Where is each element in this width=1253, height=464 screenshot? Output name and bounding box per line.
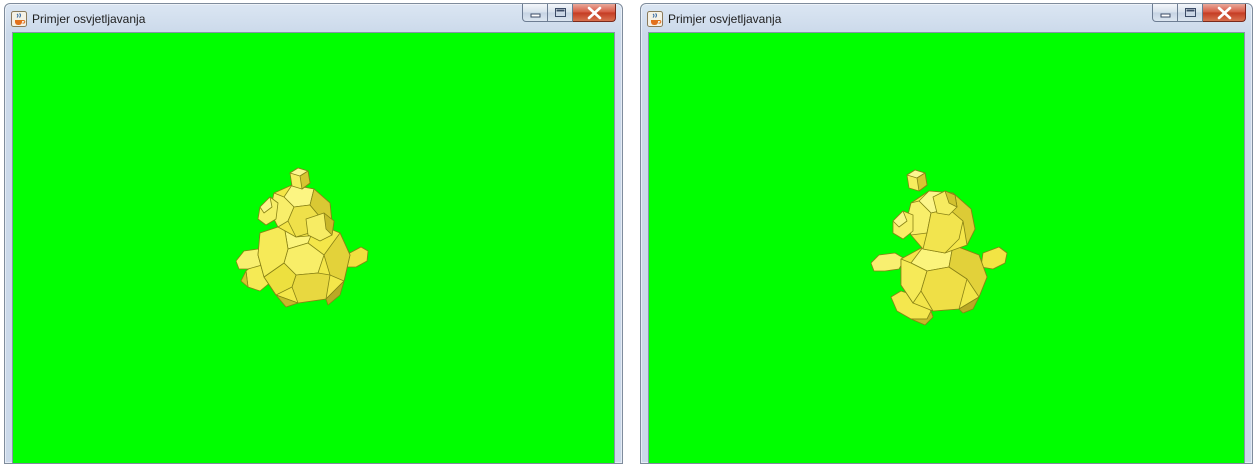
app-window-1[interactable]: Primjer osvjetljavanja: [4, 3, 623, 464]
minimize-button[interactable]: [1152, 4, 1178, 22]
teddy-bear-model: [871, 169, 1008, 326]
render-viewport[interactable]: [648, 32, 1245, 463]
window-controls: [522, 4, 616, 23]
maximize-button[interactable]: [1178, 4, 1203, 22]
title-bar[interactable]: Primjer osvjetljavanja: [5, 4, 622, 32]
title-bar[interactable]: Primjer osvjetljavanja: [641, 4, 1252, 32]
minimize-icon: [530, 13, 541, 18]
maximize-icon: [1185, 8, 1196, 17]
minimize-icon: [1160, 13, 1171, 18]
minimize-button[interactable]: [522, 4, 548, 22]
close-button[interactable]: [573, 4, 616, 22]
java-cup-icon[interactable]: [647, 11, 663, 27]
java-cup-icon[interactable]: [11, 11, 27, 27]
maximize-icon: [555, 8, 566, 17]
window-title: Primjer osvjetljavanja: [32, 12, 146, 26]
close-icon: [587, 6, 602, 20]
app-window-2[interactable]: Primjer osvjetljavanja: [640, 3, 1253, 464]
close-button[interactable]: [1203, 4, 1246, 22]
teddy-bear-model: [236, 167, 369, 308]
close-icon: [1217, 6, 1232, 20]
window-controls: [1152, 4, 1246, 23]
window-title: Primjer osvjetljavanja: [668, 12, 782, 26]
render-viewport[interactable]: [12, 32, 615, 463]
maximize-button[interactable]: [548, 4, 573, 22]
